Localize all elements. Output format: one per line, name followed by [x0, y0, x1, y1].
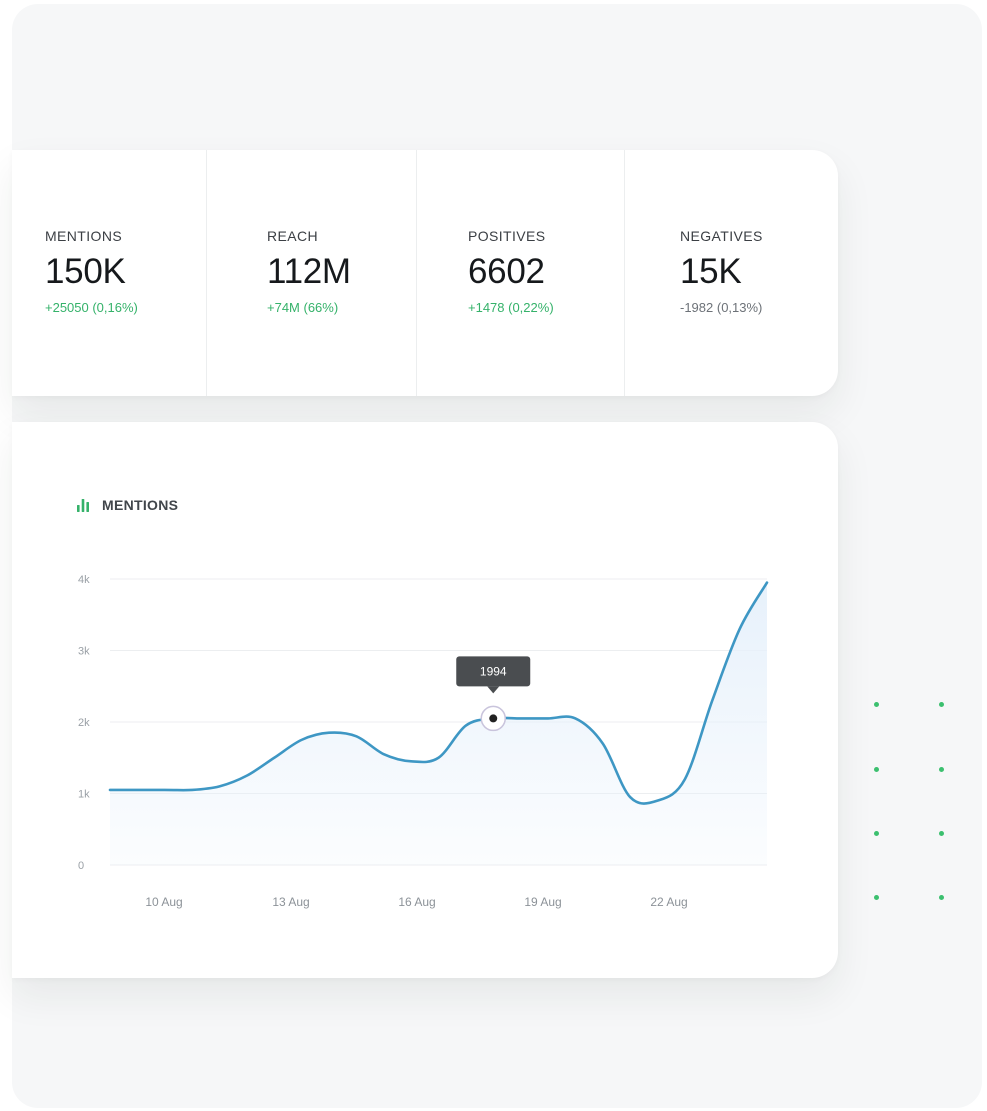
stat-value: 15K	[680, 252, 742, 291]
x-tick-label: 16 Aug	[398, 895, 435, 909]
stat-divider	[416, 150, 417, 396]
y-tick-label: 2k	[78, 717, 90, 729]
chart-title: MENTIONS	[102, 497, 179, 513]
x-tick-label: 19 Aug	[524, 895, 561, 909]
tooltip-value: 1994	[480, 664, 507, 678]
stat-delta: -1982 (0,13%)	[680, 300, 763, 315]
stat-label: MENTIONS	[45, 228, 123, 244]
x-tick-label: 22 Aug	[650, 895, 687, 909]
x-tick-label: 10 Aug	[145, 895, 182, 909]
decorative-dot	[874, 767, 879, 772]
stat-delta: +1478 (0,22%)	[468, 300, 554, 315]
y-tick-label: 3k	[78, 646, 90, 658]
stats-card: MENTIONS 150K +25050 (0,16%) REACH 112M …	[12, 150, 838, 396]
stat-value: 150K	[45, 252, 126, 291]
mentions-chart-card: 0 1k 2k 3k 4k 10 Aug 13 Aug 16 Aug 19 Aug 22 Aug …	[12, 422, 838, 978]
decorative-dot	[874, 895, 879, 900]
series-area	[110, 582, 767, 865]
decorative-dot	[939, 702, 944, 707]
y-tick-label: 1k	[78, 789, 90, 801]
decorative-dot	[939, 831, 944, 836]
stat-value: 6602	[468, 252, 545, 291]
y-tick-label: 4k	[78, 574, 90, 586]
decorative-dot	[874, 831, 879, 836]
decorative-dot	[939, 767, 944, 772]
stat-value: 112M	[267, 252, 351, 291]
hover-point[interactable]	[489, 714, 498, 723]
decorative-dot	[874, 702, 879, 707]
stat-divider	[624, 150, 625, 396]
decorative-dot-grid	[870, 698, 950, 908]
stat-label: POSITIVES	[468, 228, 546, 244]
x-tick-label: 13 Aug	[272, 895, 309, 909]
stat-delta: +74M (66%)	[267, 300, 339, 315]
decorative-dot	[939, 895, 944, 900]
tooltip-pointer	[487, 686, 500, 694]
bar-chart-icon	[77, 499, 89, 512]
stat-label: NEGATIVES	[680, 228, 763, 244]
stat-label: REACH	[267, 228, 319, 244]
stat-divider	[206, 150, 207, 396]
chart-header: MENTIONS	[76, 496, 178, 514]
stat-delta: +25050 (0,16%)	[45, 300, 138, 315]
y-tick-label: 0	[78, 860, 84, 872]
